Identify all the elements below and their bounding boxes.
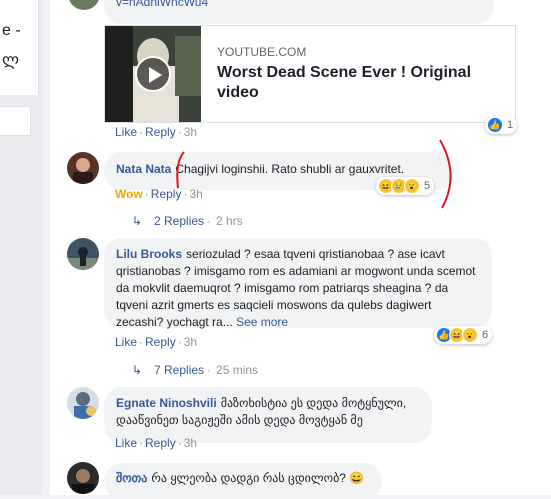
comment-author[interactable]: შოთა [116, 471, 147, 485]
replies-count[interactable]: 7 Replies [154, 363, 204, 377]
wow-reaction-icon: 😮 [462, 327, 478, 343]
reply-link[interactable]: Reply [145, 335, 176, 349]
avatar[interactable] [67, 462, 99, 494]
view-replies[interactable]: ↳ 7 Replies · 25 mins [132, 363, 258, 377]
see-more-link[interactable]: See more [236, 315, 288, 329]
separator-dot: · [139, 335, 144, 349]
avatar[interactable] [67, 238, 99, 270]
reaction-summary[interactable]: 👍 😆 😮 6 [434, 326, 493, 344]
avatar[interactable] [67, 387, 99, 419]
reaction-count: 6 [482, 329, 489, 341]
separator-dot: · [177, 436, 182, 450]
separator-dot: · [177, 335, 182, 349]
comment-text: რა ყლეობა დადგი რას ცდილობ? [151, 471, 346, 485]
comment-bubble: შოთა რა ყლეობა დადგი რას ცდილობ? 😄 [104, 463, 382, 499]
comment-actions: Like · Reply · 3h [115, 436, 197, 450]
comment-author[interactable]: Egnate Ninoshvili [116, 396, 217, 410]
comment-bubble: Lilu Brooks seriozulad ? esaa tqveni qris… [104, 238, 492, 329]
reply-link[interactable]: Reply [145, 436, 176, 450]
separator-dot: · [207, 363, 212, 377]
avatar-image [74, 392, 96, 419]
like-link[interactable]: Like [115, 436, 137, 450]
laughing-emoji-icon: 😄 [349, 471, 365, 485]
like-link[interactable]: Like [115, 335, 137, 349]
comment-author[interactable]: Lilu Brooks [116, 247, 182, 261]
comment-time[interactable]: 3h [184, 436, 197, 450]
separator-dot: · [139, 436, 144, 450]
replies-time: 25 mins [216, 363, 259, 377]
avatar-image [67, 247, 99, 270]
comment-actions: Like · Reply · 3h [115, 335, 197, 349]
avatar-image [72, 469, 94, 494]
comment-bubble: Egnate Ninoshvili მაზოხისტია ეს დედა მოტყ… [104, 387, 432, 443]
comment-time[interactable]: 3h [184, 335, 197, 349]
reply-arrow-icon: ↳ [132, 363, 143, 377]
